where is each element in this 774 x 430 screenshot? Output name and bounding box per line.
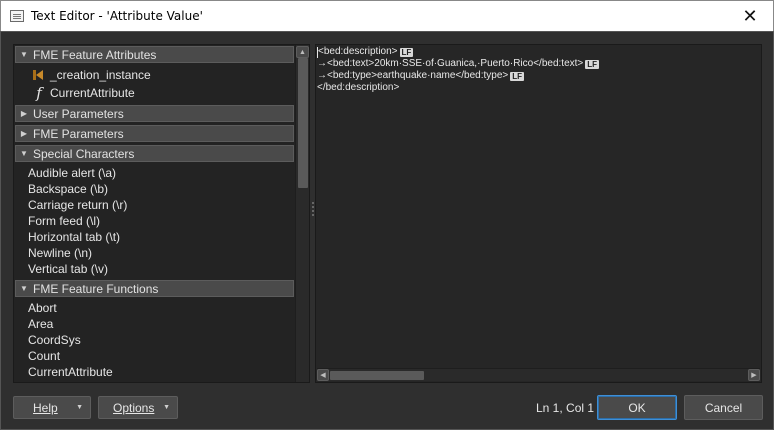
scroll-up-arrow-icon[interactable]: ▲	[296, 46, 309, 58]
section-label: FME Feature Attributes	[33, 47, 157, 62]
section-header-fme-feature-attributes[interactable]: ▼ FME Feature Attributes	[15, 46, 294, 63]
options-button-label: Options	[113, 400, 155, 415]
window-title: Text Editor - 'Attribute Value'	[31, 9, 203, 23]
list-item-newline[interactable]: Newline (\n)	[14, 245, 295, 261]
code-line: <bed:description> LF	[317, 46, 760, 58]
section-label: User Parameters	[33, 106, 124, 121]
section-header-fme-feature-functions[interactable]: ▼ FME Feature Functions	[15, 280, 294, 297]
code-line-text: </bed:description>	[317, 82, 400, 93]
code-line-text: →<bed:text>20km·SSE·of·Guanica,·Puerto·R…	[317, 58, 584, 69]
list-item-vertical-tab[interactable]: Vertical tab (\v)	[14, 261, 295, 277]
list-item-horizontal-tab[interactable]: Horizontal tab (\t)	[14, 229, 295, 245]
list-item-audible-alert[interactable]: Audible alert (\a)	[14, 165, 295, 181]
code-line: →<bed:text>20km·SSE·of·Guanica,·Puerto·R…	[317, 58, 760, 70]
help-button-label: Help	[33, 400, 58, 415]
code-line: </bed:description>	[317, 82, 760, 94]
tree-vertical-scrollbar[interactable]: ▲ ▼	[295, 45, 309, 382]
code-content[interactable]: <bed:description> LF →<bed:text>20km·SSE·…	[317, 46, 760, 368]
options-button[interactable]: Options ▼	[98, 396, 178, 419]
expanded-arrow-icon: ▼	[20, 50, 28, 59]
attribute-icon	[28, 69, 50, 81]
line-feed-marker: LF	[510, 71, 525, 81]
close-icon[interactable]: ✕	[727, 1, 773, 31]
list-item-count[interactable]: Count	[14, 348, 295, 364]
code-line: →<bed:type>earthquake·name</bed:type> LF	[317, 70, 760, 82]
section-header-user-parameters[interactable]: ▶ User Parameters	[15, 105, 294, 122]
help-button[interactable]: Help ▼	[13, 396, 91, 419]
title-bar: Text Editor - 'Attribute Value' ✕	[0, 0, 774, 31]
section-header-special-characters[interactable]: ▼ Special Characters	[15, 145, 294, 162]
panel-splitter-handle[interactable]	[312, 202, 314, 222]
section-header-fme-parameters[interactable]: ▶ FME Parameters	[15, 125, 294, 142]
ok-button[interactable]: OK	[597, 395, 677, 420]
list-item-form-feed[interactable]: Form feed (\l)	[14, 213, 295, 229]
function-icon: f	[36, 84, 42, 102]
list-item-creation-instance[interactable]: _creation_instance	[14, 66, 295, 84]
section-label: FME Parameters	[33, 126, 124, 141]
collapsed-arrow-icon: ▶	[20, 109, 28, 118]
text-editor-icon	[10, 10, 24, 22]
collapsed-arrow-icon: ▶	[20, 129, 28, 138]
cursor-position-status: Ln 1, Col 1	[536, 401, 595, 415]
section-label: FME Feature Functions	[33, 281, 159, 296]
scrollbar-thumb[interactable]	[330, 371, 424, 380]
dialog-body: ▼ FME Feature Attributes _creation_insta…	[0, 31, 774, 430]
list-item-label: CurrentAttribute	[50, 86, 135, 100]
list-item-carriage-return[interactable]: Carriage return (\r)	[14, 197, 295, 213]
list-item-current-attribute[interactable]: f CurrentAttribute	[14, 84, 295, 102]
list-item-area[interactable]: Area	[14, 316, 295, 332]
list-item-coordsys[interactable]: CoordSys	[14, 332, 295, 348]
expanded-arrow-icon: ▼	[20, 284, 28, 293]
editor-horizontal-scrollbar[interactable]: ◀ ▶	[317, 368, 760, 381]
dropdown-arrow-icon: ▼	[76, 404, 83, 411]
list-item-label: _creation_instance	[50, 68, 151, 82]
expanded-arrow-icon: ▼	[20, 149, 28, 158]
line-feed-marker: LF	[585, 59, 600, 69]
list-item-abort[interactable]: Abort	[14, 300, 295, 316]
cancel-button[interactable]: Cancel	[684, 395, 763, 420]
code-line-text: →<bed:type>earthquake·name</bed:type>	[317, 70, 509, 81]
scrollbar-thumb[interactable]	[298, 58, 308, 188]
scroll-left-arrow-icon[interactable]: ◀	[317, 369, 329, 381]
attribute-tree: ▼ FME Feature Attributes _creation_insta…	[14, 45, 295, 382]
scroll-right-arrow-icon[interactable]: ▶	[748, 369, 760, 381]
attribute-tree-panel: ▼ FME Feature Attributes _creation_insta…	[13, 44, 310, 383]
list-item-backspace[interactable]: Backspace (\b)	[14, 181, 295, 197]
line-feed-marker: LF	[399, 47, 414, 57]
section-label: Special Characters	[33, 146, 135, 161]
list-item-current-attribute-function[interactable]: CurrentAttribute	[14, 364, 295, 380]
code-line-text: <bed:description>	[318, 46, 398, 57]
dropdown-arrow-icon: ▼	[163, 404, 170, 411]
text-editor-area[interactable]: <bed:description> LF →<bed:text>20km·SSE·…	[315, 44, 762, 383]
